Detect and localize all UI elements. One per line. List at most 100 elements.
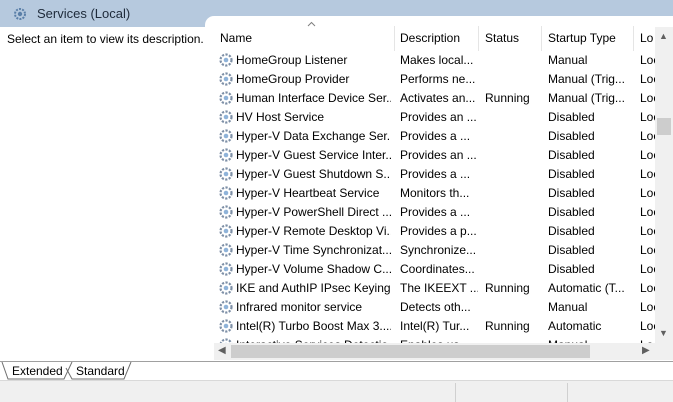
status-segment bbox=[567, 383, 673, 402]
tab-extended[interactable]: Extended bbox=[2, 362, 68, 381]
service-name: Infrared monitor service bbox=[236, 300, 363, 314]
service-gear-icon bbox=[219, 224, 233, 238]
service-gear-icon bbox=[219, 167, 233, 181]
service-name: Human Interface Device Ser... bbox=[236, 91, 391, 105]
column-header-label: Status bbox=[485, 31, 520, 45]
services-gear-icon bbox=[14, 8, 26, 20]
table-row[interactable]: Intel(R) Turbo Boost Max 3.... Intel(R) … bbox=[205, 317, 657, 336]
sort-ascending-icon bbox=[307, 21, 316, 27]
table-row[interactable]: HomeGroup Listener Makes local... Manual… bbox=[205, 51, 657, 70]
column-header-description[interactable]: Description bbox=[394, 26, 479, 51]
service-startup-type: Manual bbox=[548, 300, 588, 314]
service-name: Hyper-V Guest Shutdown S... bbox=[236, 167, 391, 181]
service-startup-type: Automatic bbox=[548, 319, 602, 333]
service-gear-icon bbox=[219, 53, 233, 67]
table-row[interactable]: Hyper-V Data Exchange Ser... Provides a … bbox=[205, 127, 657, 146]
table-row[interactable]: Hyper-V Heartbeat Service Monitors th...… bbox=[205, 184, 657, 203]
column-header-name[interactable]: Name bbox=[214, 21, 395, 51]
service-status: Running bbox=[485, 281, 530, 295]
column-header-startup-type[interactable]: Startup Type bbox=[542, 26, 634, 51]
service-startup-type: Disabled bbox=[548, 205, 595, 219]
table-row[interactable]: Hyper-V Remote Desktop Vi... Provides a … bbox=[205, 222, 657, 241]
service-startup-type: Disabled bbox=[548, 129, 595, 143]
column-header-status[interactable]: Status bbox=[479, 26, 542, 51]
service-status: Running bbox=[485, 319, 530, 333]
service-name: Hyper-V Time Synchronizat... bbox=[236, 243, 391, 257]
scroll-up-icon[interactable]: ▲ bbox=[659, 31, 668, 41]
service-description: Synchronize... bbox=[400, 243, 477, 257]
service-description: Provides an ... bbox=[400, 110, 477, 124]
status-bar bbox=[0, 380, 673, 402]
description-text: Select an item to view its description. bbox=[7, 32, 204, 46]
table-row[interactable]: HV Host Service Provides an ... Disabled… bbox=[205, 108, 657, 127]
service-description: Detects oth... bbox=[400, 300, 471, 314]
service-startup-type: Manual (Trig... bbox=[548, 72, 625, 86]
service-startup-type: Disabled bbox=[548, 243, 595, 257]
service-description: Provides a ... bbox=[400, 129, 471, 143]
status-segment bbox=[455, 383, 567, 402]
column-header-label: Startup Type bbox=[548, 31, 616, 45]
service-description: Coordinates... bbox=[400, 262, 475, 276]
service-description: Intel(R) Tur... bbox=[400, 319, 470, 333]
service-startup-type: Disabled bbox=[548, 262, 595, 276]
service-gear-icon bbox=[219, 129, 233, 143]
service-gear-icon bbox=[219, 91, 233, 105]
service-startup-type: Automatic (T... bbox=[548, 281, 625, 295]
service-description: Performs ne... bbox=[400, 72, 476, 86]
header-title: Services (Local) bbox=[37, 6, 131, 21]
table-row[interactable]: IKE and AuthIP IPsec Keying... The IKEEX… bbox=[205, 279, 657, 298]
horizontal-scrollbar[interactable]: ◀ ▶ bbox=[214, 343, 655, 360]
service-gear-icon bbox=[219, 72, 233, 86]
scroll-left-icon[interactable]: ◀ bbox=[218, 345, 226, 356]
service-startup-type: Manual (Trig... bbox=[548, 91, 625, 105]
service-startup-type: Disabled bbox=[548, 110, 595, 124]
vertical-scrollbar[interactable]: ▲ ▼ bbox=[655, 27, 673, 343]
service-description: Activates an... bbox=[400, 91, 476, 105]
horizontal-scroll-thumb[interactable] bbox=[231, 345, 590, 358]
service-gear-icon bbox=[219, 262, 233, 276]
service-name: Hyper-V PowerShell Direct ... bbox=[236, 205, 391, 219]
services-list[interactable]: Name Description Status Startup Type Lo … bbox=[205, 16, 673, 362]
scroll-right-icon[interactable]: ▶ bbox=[642, 345, 650, 356]
tab-label: Standard bbox=[76, 364, 125, 378]
service-name: Hyper-V Guest Service Inter... bbox=[236, 148, 391, 162]
service-gear-icon bbox=[219, 205, 233, 219]
service-name: Hyper-V Heartbeat Service bbox=[236, 186, 380, 200]
service-gear-icon bbox=[219, 148, 233, 162]
description-pane: Select an item to view its description. bbox=[0, 27, 214, 362]
table-row[interactable]: Infrared monitor service Detects oth... … bbox=[205, 298, 657, 317]
service-startup-type: Disabled bbox=[548, 167, 595, 181]
service-description: Provides an ... bbox=[400, 148, 477, 162]
service-name: Hyper-V Data Exchange Ser... bbox=[236, 129, 391, 143]
service-gear-icon bbox=[219, 281, 233, 295]
service-description: Monitors th... bbox=[400, 186, 470, 200]
scroll-down-icon[interactable]: ▼ bbox=[659, 328, 668, 338]
service-gear-icon bbox=[219, 319, 233, 333]
service-name: Hyper-V Remote Desktop Vi... bbox=[236, 224, 391, 238]
table-row[interactable]: Hyper-V Time Synchronizat... Synchronize… bbox=[205, 241, 657, 260]
table-row[interactable]: Hyper-V Volume Shadow C... Coordinates..… bbox=[205, 260, 657, 279]
table-row[interactable]: Hyper-V PowerShell Direct ... Provides a… bbox=[205, 203, 657, 222]
vertical-scroll-thumb[interactable] bbox=[657, 118, 671, 135]
column-header-label: Description bbox=[400, 31, 461, 45]
table-row[interactable]: Human Interface Device Ser... Activates … bbox=[205, 89, 657, 108]
tab-label: Extended bbox=[12, 364, 63, 378]
service-gear-icon bbox=[219, 300, 233, 314]
service-startup-type: Manual bbox=[548, 53, 588, 67]
table-row[interactable]: Hyper-V Guest Service Inter... Provides … bbox=[205, 146, 657, 165]
service-name: HV Host Service bbox=[236, 110, 325, 124]
scrollbar-corner bbox=[655, 343, 673, 360]
service-gear-icon bbox=[219, 186, 233, 200]
column-header-label: Name bbox=[220, 31, 253, 45]
service-description: Provides a ... bbox=[400, 205, 471, 219]
tab-standard[interactable]: Standard bbox=[68, 362, 130, 381]
service-status: Running bbox=[485, 91, 530, 105]
service-description: Provides a p... bbox=[400, 224, 477, 238]
service-name: HomeGroup Provider bbox=[236, 72, 350, 86]
service-description: The IKEEXT ... bbox=[400, 281, 478, 295]
service-name: IKE and AuthIP IPsec Keying... bbox=[236, 281, 391, 295]
table-row[interactable]: Hyper-V Guest Shutdown S... Provides a .… bbox=[205, 165, 657, 184]
table-row[interactable]: HomeGroup Provider Performs ne... Manual… bbox=[205, 70, 657, 89]
service-description: Makes local... bbox=[400, 53, 474, 67]
service-startup-type: Disabled bbox=[548, 224, 595, 238]
